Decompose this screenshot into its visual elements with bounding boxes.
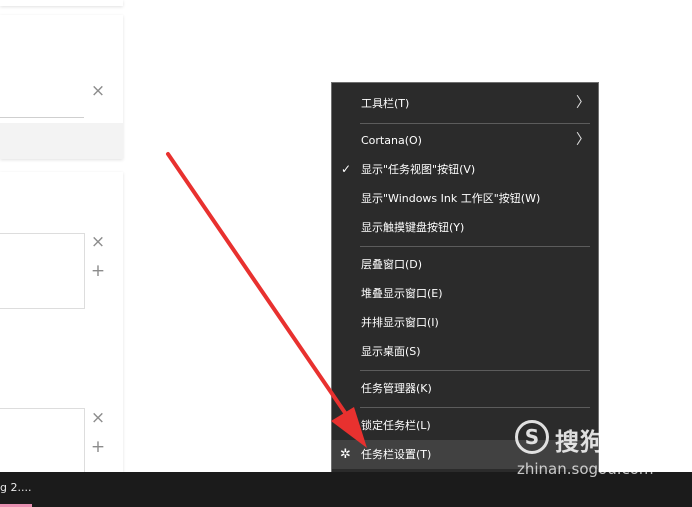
watermark-url: zhinan.sogou.com — [517, 460, 654, 478]
watermark-brand: 搜狗指南 — [555, 428, 655, 456]
sogou-logo: S — [515, 420, 549, 454]
sogou-watermark: S 搜狗指南 zhinan.sogou.com — [515, 420, 675, 478]
arrow-head — [331, 407, 367, 448]
arrow-shaft — [166, 152, 352, 422]
